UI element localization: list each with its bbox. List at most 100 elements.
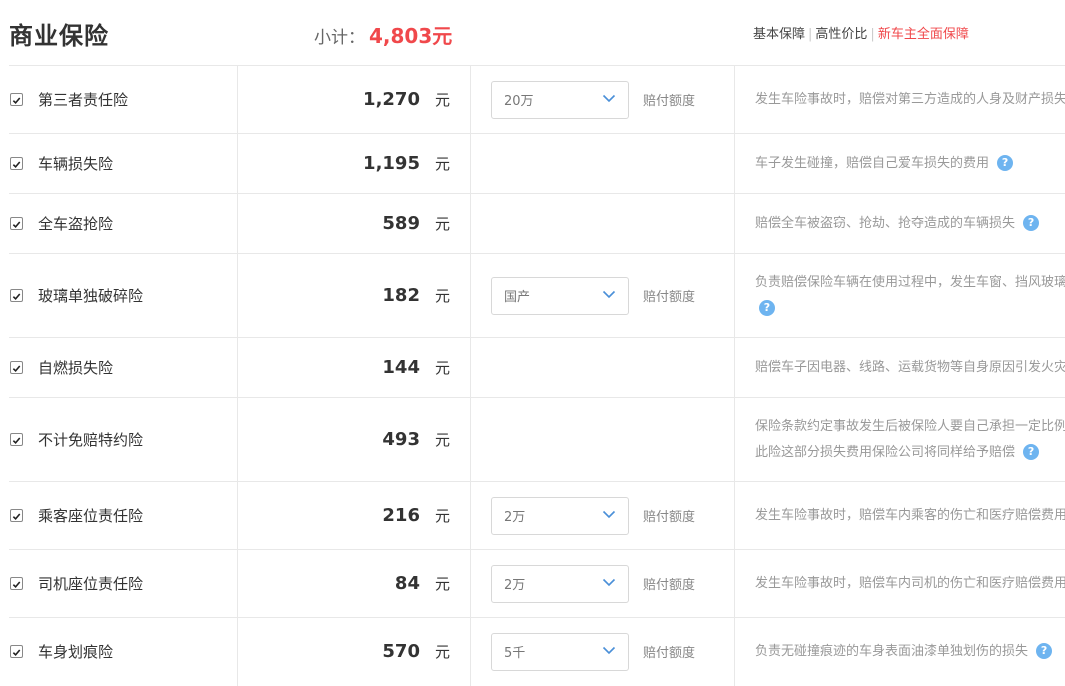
coverage-select[interactable]: 2万: [491, 497, 629, 535]
insurance-name: 玻璃单独破碎险: [38, 285, 143, 306]
name-cell: 司机座位责任险: [9, 550, 238, 618]
plan-link-value[interactable]: 高性价比: [815, 27, 867, 42]
name-cell: 车辆损失险: [9, 134, 238, 194]
name-cell: 不计免赔特约险: [9, 398, 238, 482]
description-line: 发生车险事故时，赔偿对第三方造成的人身及财产损失: [755, 87, 1065, 113]
description-line: 发生车险事故时，赔偿车内司机的伤亡和医疗赔偿费用: [755, 571, 1065, 597]
insurance-price: 144: [382, 357, 420, 378]
insurance-checkbox[interactable]: [10, 577, 23, 590]
insurance-price: 216: [382, 505, 420, 526]
description-cell: 赔偿全车被盗窃、抢劫、抢夺造成的车辆损失?: [735, 194, 1065, 254]
insurance-checkbox[interactable]: [10, 157, 23, 170]
description-line: 负责赔偿保险车辆在使用过程中，发生车窗、挡风玻璃: [755, 270, 1065, 296]
link-separator: |: [808, 27, 812, 42]
coverage-cell: 20万赔付额度: [471, 66, 735, 134]
subtotal: 小计：4,803元: [314, 20, 452, 49]
section-header: 商业保险 小计：4,803元 基本保障|高性价比|新车主全面保障: [0, 0, 1065, 65]
coverage-select[interactable]: 2万: [491, 565, 629, 603]
description-cell: 保险条款约定事故发生后被保险人要自己承担一定比例此险这部分损失费用保险公司将同样…: [735, 398, 1065, 482]
insurance-checkbox[interactable]: [10, 361, 23, 374]
description-line: 车子发生碰撞，赔偿自己爱车损失的费用?: [755, 151, 1065, 177]
price-unit: 元: [435, 89, 450, 110]
coverage-select-value: 国产: [504, 286, 530, 305]
price-cell: 84元: [238, 550, 471, 618]
price-cell: 216元: [238, 482, 471, 550]
description-line: 发生车险事故时，赔偿车内乘客的伤亡和医疗赔偿费用: [755, 503, 1065, 529]
description-cell: 赔偿车子因电器、线路、运载货物等自身原因引发火灾: [735, 338, 1065, 398]
description-text: 发生车险事故时，赔偿车内乘客的伤亡和医疗赔偿费用: [755, 508, 1065, 523]
question-icon[interactable]: ?: [1023, 444, 1039, 460]
description-text: 车子发生碰撞，赔偿自己爱车损失的费用: [755, 156, 989, 171]
checkmark-icon: [12, 214, 21, 233]
price-cell: 570元: [238, 618, 471, 686]
coverage-select-value: 2万: [504, 506, 525, 525]
insurance-checkbox[interactable]: [10, 509, 23, 522]
table-row: 第三者责任险1,270元20万赔付额度发生车险事故时，赔偿对第三方造成的人身及财…: [9, 66, 1065, 134]
price-unit: 元: [435, 285, 450, 306]
description-text: 发生车险事故时，赔偿车内司机的伤亡和医疗赔偿费用: [755, 576, 1065, 591]
description-text: 发生车险事故时，赔偿对第三方造成的人身及财产损失: [755, 92, 1065, 107]
question-icon[interactable]: ?: [1036, 643, 1052, 659]
coverage-select[interactable]: 国产: [491, 277, 629, 315]
description-cell: 车子发生碰撞，赔偿自己爱车损失的费用?: [735, 134, 1065, 194]
table-row: 不计免赔特约险493元 保险条款约定事故发生后被保险人要自己承担一定比例此险这部分…: [9, 398, 1065, 482]
coverage-cell: [471, 338, 735, 398]
name-cell: 自燃损失险: [9, 338, 238, 398]
insurance-name: 第三者责任险: [38, 89, 128, 110]
chevron-down-icon: [602, 644, 616, 659]
price-cell: 589元: [238, 194, 471, 254]
coverage-label: 赔付额度: [643, 286, 695, 305]
description-line: 保险条款约定事故发生后被保险人要自己承担一定比例: [755, 414, 1065, 440]
coverage-cell: 国产 赔付额度: [471, 254, 735, 338]
coverage-cell: 2万赔付额度: [471, 550, 735, 618]
question-icon[interactable]: ?: [997, 155, 1013, 171]
table-row: 全车盗抢险 589元 赔偿全车被盗窃、抢劫、抢夺造成的车辆损失?: [9, 194, 1065, 254]
insurance-price: 589: [382, 213, 420, 234]
checkmark-icon: [12, 286, 21, 305]
table-row: 车身划痕险570元5千赔付额度负责无碰撞痕迹的车身表面油漆单独划伤的损失?: [9, 618, 1065, 686]
plan-link-new-owner[interactable]: 新车主全面保障: [878, 27, 969, 42]
description-cell: 发生车险事故时，赔偿对第三方造成的人身及财产损失: [735, 66, 1065, 134]
checkmark-icon: [12, 358, 21, 377]
question-icon[interactable]: ?: [1023, 215, 1039, 231]
chevron-down-icon: [602, 508, 616, 523]
subtotal-amount: 4,803元: [369, 24, 452, 48]
checkmark-icon: [12, 506, 21, 525]
coverage-select[interactable]: 5千: [491, 633, 629, 671]
insurance-name: 车辆损失险: [38, 153, 113, 174]
subtotal-label: 小计：: [314, 28, 365, 48]
description-line: 赔偿全车被盗窃、抢劫、抢夺造成的车辆损失?: [755, 211, 1065, 237]
insurance-checkbox[interactable]: [10, 645, 23, 658]
plan-link-basic[interactable]: 基本保障: [753, 27, 805, 42]
checkmark-icon: [12, 90, 21, 109]
question-icon[interactable]: ?: [759, 300, 775, 316]
name-cell: 第三者责任险: [9, 66, 238, 134]
checkmark-icon: [12, 430, 21, 449]
chevron-down-icon: [602, 92, 616, 107]
description-line: 赔偿车子因电器、线路、运载货物等自身原因引发火灾: [755, 355, 1065, 381]
link-separator: |: [870, 27, 874, 42]
price-cell: 182元: [238, 254, 471, 338]
insurance-price: 493: [382, 429, 420, 450]
table-row: 玻璃单独破碎险 182元 国产 赔付额度 负责赔偿保险车辆在使用过程中，发生车窗、挡风玻…: [9, 254, 1065, 338]
insurance-checkbox[interactable]: [10, 289, 23, 302]
coverage-select-value: 2万: [504, 574, 525, 593]
coverage-select[interactable]: 20万: [491, 81, 629, 119]
coverage-select-group: 5千赔付额度: [471, 633, 734, 671]
description-cell: 发生车险事故时，赔偿车内司机的伤亡和医疗赔偿费用: [735, 550, 1065, 618]
coverage-cell: [471, 398, 735, 482]
checkmark-icon: [12, 154, 21, 173]
price-cell: 493元: [238, 398, 471, 482]
description-cell: 负责赔偿保险车辆在使用过程中，发生车窗、挡风玻璃?: [735, 254, 1065, 338]
price-cell: 1,270元: [238, 66, 471, 134]
insurance-checkbox[interactable]: [10, 217, 23, 230]
description-cell: 负责无碰撞痕迹的车身表面油漆单独划伤的损失?: [735, 618, 1065, 686]
insurance-name: 全车盗抢险: [38, 213, 113, 234]
insurance-price: 1,195: [363, 153, 420, 174]
insurance-price: 570: [382, 641, 420, 662]
insurance-checkbox[interactable]: [10, 93, 23, 106]
coverage-label: 赔付额度: [643, 90, 695, 109]
insurance-checkbox[interactable]: [10, 433, 23, 446]
coverage-label: 赔付额度: [643, 642, 695, 661]
chevron-down-icon: [602, 288, 616, 303]
